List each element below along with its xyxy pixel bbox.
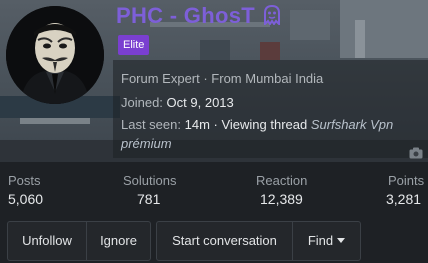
caret-down-icon <box>337 238 346 243</box>
stats-row: Posts 5,060 Solutions 781 Reaction 12,38… <box>0 162 428 212</box>
banner-lamp <box>355 20 365 58</box>
ignore-button[interactable]: Ignore <box>86 221 151 261</box>
banner-rug <box>20 118 90 124</box>
last-seen-label: Last seen: <box>121 117 181 132</box>
stat-reaction-value[interactable]: 12,389 <box>260 191 303 207</box>
last-seen-line: Last seen: 14m · Viewing thread Surfshar… <box>121 117 393 132</box>
last-seen-line-2: prémium <box>121 136 172 151</box>
avatar[interactable] <box>6 6 104 104</box>
user-title-location: Forum Expert · From Mumbai India <box>121 71 324 86</box>
stat-solutions-value[interactable]: 781 <box>137 191 160 207</box>
joined-line: Joined: Oct 9, 2013 <box>121 95 234 110</box>
username[interactable]: PHC - GhosT <box>116 3 281 31</box>
banner-window <box>290 10 330 40</box>
stat-posts-label: Posts <box>8 173 41 188</box>
start-conversation-button[interactable]: Start conversation <box>156 221 293 261</box>
find-dropdown-button[interactable]: Find <box>292 221 361 261</box>
viewing-thread-link[interactable]: Surfshark Vpn <box>311 117 393 132</box>
profile-actions: Unfollow Ignore Start conversation Find <box>0 212 428 263</box>
banner-wall-panel <box>340 0 428 58</box>
masked-avatar-image <box>6 6 104 104</box>
banner-monitor <box>200 40 230 60</box>
username-text: PHC - GhosT <box>116 3 255 28</box>
ghost-emoji-icon <box>263 4 281 31</box>
unfollow-button[interactable]: Unfollow <box>7 221 87 261</box>
viewing-thread-link-cont[interactable]: prémium <box>121 136 172 151</box>
last-seen-value: 14m · Viewing thread <box>184 117 308 132</box>
joined-date: Oct 9, 2013 <box>166 95 234 110</box>
banner-box <box>260 42 280 60</box>
user-rank-badge: Elite <box>118 35 150 55</box>
camera-icon[interactable] <box>409 146 423 159</box>
stat-posts-value[interactable]: 5,060 <box>8 191 43 207</box>
stat-reaction-label: Reaction <box>256 173 308 188</box>
find-label: Find <box>307 233 334 248</box>
stat-solutions-label: Solutions <box>123 173 177 188</box>
stat-points-value[interactable]: 3,281 <box>386 191 421 207</box>
stat-points-label: Points <box>388 173 425 188</box>
joined-label: Joined: <box>121 95 163 110</box>
